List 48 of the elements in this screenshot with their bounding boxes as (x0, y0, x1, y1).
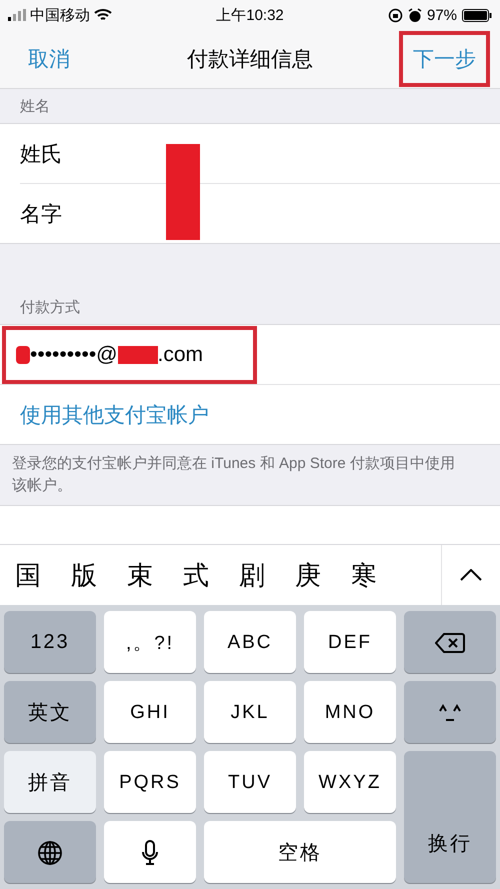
candidate-character[interactable]: 庚 (295, 558, 321, 592)
next-button[interactable]: 下一步 (399, 31, 490, 87)
account-row[interactable]: •••••••••@ .com (2, 326, 257, 384)
alarm-icon (408, 8, 422, 22)
status-time: 上午10:32 (216, 6, 284, 24)
delete-key[interactable] (404, 611, 496, 673)
cancel-button[interactable]: 取消 (20, 39, 78, 79)
microphone-icon (141, 840, 159, 866)
wifi-icon (94, 8, 112, 22)
battery-icon (462, 8, 492, 22)
section-header: 姓名 (20, 96, 50, 116)
keyboard-key[interactable]: GHI (104, 681, 196, 743)
signal-icon (8, 9, 26, 21)
globe-icon (37, 840, 63, 866)
keyboard-key[interactable]: 英文 (4, 681, 96, 743)
keyboard-key[interactable]: ,。?! (104, 611, 196, 673)
candidate-character[interactable]: 国 (15, 558, 41, 592)
keyboard-key[interactable]: WXYZ (304, 751, 396, 813)
keyboard-key[interactable]: PQRS (104, 751, 196, 813)
battery-percent: 97% (426, 6, 458, 24)
mic-key[interactable] (104, 821, 196, 883)
other-account-link[interactable]: 使用其他支付宝帐户 (20, 400, 209, 428)
carrier-name: 中国移动 (30, 6, 90, 24)
keyboard-key[interactable]: ABC (204, 611, 296, 673)
account-email: •••••••••@ .com (16, 342, 204, 366)
keyboard-key[interactable]: TUV (204, 751, 296, 813)
keyboard-key[interactable]: 空格 (204, 821, 396, 883)
keyboard-key[interactable]: MNO (304, 681, 396, 743)
candidate-character[interactable]: 版 (71, 558, 97, 592)
keyboard-key[interactable]: 换行 (404, 751, 496, 883)
emoticon-icon (438, 702, 462, 722)
candidate-character[interactable]: 剧 (239, 558, 265, 592)
keyboard-key[interactable]: DEF (304, 611, 396, 673)
page-title: 付款详细信息 (187, 47, 313, 73)
delete-icon (435, 632, 465, 654)
section-header: 付款方式 (20, 298, 80, 316)
globe-key[interactable] (4, 821, 96, 883)
candidate-character[interactable]: 束 (127, 558, 153, 592)
keyboard-key[interactable]: JKL (204, 681, 296, 743)
field-label: 名字 (20, 202, 62, 228)
candidate-character[interactable]: 式 (183, 558, 209, 592)
field-label: 姓氏 (20, 142, 62, 168)
rotation-lock-icon (388, 8, 403, 22)
keyboard-key[interactable]: 拼音 (4, 751, 96, 813)
candidate-character[interactable]: 寒 (351, 558, 377, 592)
keyboard-key[interactable]: 123 (4, 611, 96, 673)
chevron-up-icon (460, 569, 482, 581)
info-note: 登录您的支付宝帐户并同意在 iTunes 和 App Store 付款项目中使用该帐户。 (12, 455, 455, 494)
